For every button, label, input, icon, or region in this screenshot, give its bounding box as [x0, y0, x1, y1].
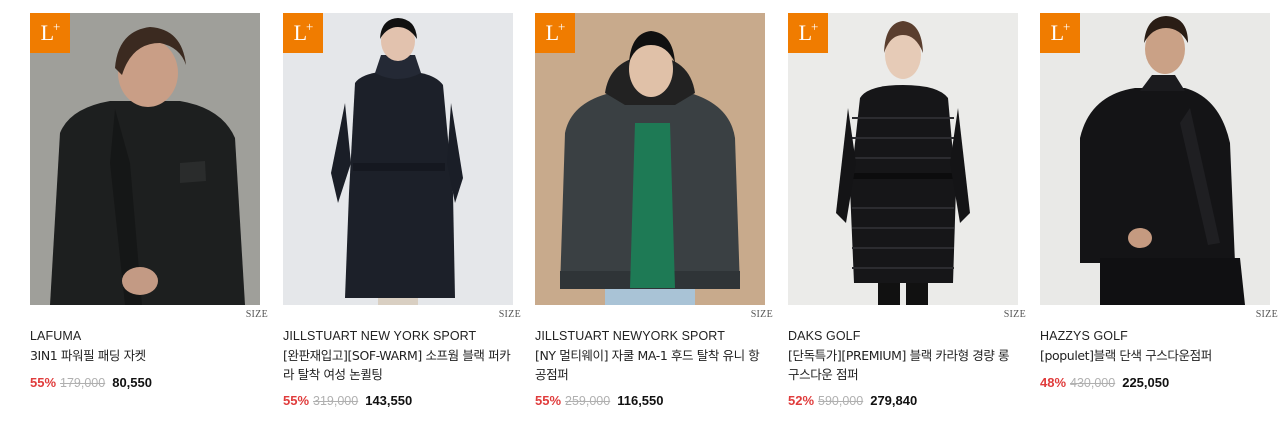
badge-plus: + — [1063, 19, 1070, 34]
badge-letter: L — [40, 20, 54, 45]
badge-plus: + — [53, 19, 60, 34]
product-name[interactable]: [NY 멀티웨이] 자쿨 MA-1 후드 탈착 유니 항공점퍼 — [535, 347, 767, 384]
badge-letter: L — [1050, 20, 1064, 45]
product-name[interactable]: [단독특가][PREMIUM] 블랙 카라형 경량 롱 구스다운 점퍼 — [788, 347, 1020, 384]
badge-letter: L — [293, 20, 307, 45]
product-card-jillstuart-coat[interactable]: L+ SIZE JILLSTUART NEW YORK SPORT [완판재입고… — [283, 13, 521, 408]
sale-price: 80,550 — [112, 375, 152, 390]
product-card-hazzys-golf[interactable]: L+ SIZE HAZZYS GOLF [populet]블랙 단색 구스다운점… — [1040, 13, 1278, 390]
price-row: 52% 590,000 279,840 — [788, 393, 917, 408]
product-grid: L+ SIZE LAFUMA 3IN1 파워필 패딩 자켓 55% 179,000… — [0, 0, 1283, 441]
sale-price: 143,550 — [365, 393, 413, 408]
product-photo — [788, 13, 1018, 305]
lplus-badge: L+ — [30, 13, 70, 53]
price-row: 55% 179,000 80,550 — [30, 375, 152, 390]
product-photo — [1040, 13, 1270, 305]
product-image[interactable]: L+ — [1040, 13, 1270, 305]
size-button[interactable]: SIZE — [1256, 309, 1278, 320]
product-card-lafuma[interactable]: L+ SIZE LAFUMA 3IN1 파워필 패딩 자켓 55% 179,000… — [30, 13, 268, 390]
product-photo — [30, 13, 260, 305]
discount-rate: 55% — [30, 375, 57, 390]
discount-rate: 48% — [1040, 375, 1067, 390]
discount-rate: 55% — [535, 393, 562, 408]
product-brand: JILLSTUART NEW YORK SPORT — [283, 329, 477, 343]
original-price: 319,000 — [313, 394, 359, 408]
product-brand: LAFUMA — [30, 329, 82, 343]
price-row: 48% 430,000 225,050 — [1040, 375, 1169, 390]
product-card-daks-golf[interactable]: L+ SIZE DAKS GOLF [단독특가][PREMIUM] 블랙 카라형… — [788, 13, 1026, 408]
size-button[interactable]: SIZE — [499, 309, 521, 320]
product-photo — [283, 13, 513, 305]
original-price: 259,000 — [565, 394, 611, 408]
lplus-badge: L+ — [1040, 13, 1080, 53]
badge-plus: + — [811, 19, 818, 34]
original-price: 430,000 — [1070, 376, 1116, 390]
discount-rate: 55% — [283, 393, 310, 408]
discount-rate: 52% — [788, 393, 815, 408]
lplus-badge: L+ — [283, 13, 323, 53]
product-name[interactable]: [완판재입고][SOF-WARM] 소프웜 블랙 퍼카라 탈착 여성 논퀼팅 — [283, 347, 515, 384]
sale-price: 116,550 — [617, 393, 664, 408]
price-row: 55% 259,000 116,550 — [535, 393, 664, 408]
product-brand: DAKS GOLF — [788, 329, 861, 343]
size-button[interactable]: SIZE — [751, 309, 773, 320]
original-price: 590,000 — [818, 394, 864, 408]
product-name[interactable]: 3IN1 파워필 패딩 자켓 — [30, 347, 262, 366]
product-image[interactable]: L+ — [535, 13, 765, 305]
sale-price: 225,050 — [1122, 375, 1170, 390]
product-name[interactable]: [populet]블랙 단색 구스다운점퍼 — [1040, 347, 1272, 366]
size-button[interactable]: SIZE — [246, 309, 268, 320]
product-image[interactable]: L+ — [788, 13, 1018, 305]
badge-plus: + — [306, 19, 313, 34]
product-image[interactable]: L+ — [30, 13, 260, 305]
sale-price: 279,840 — [870, 393, 918, 408]
product-photo — [535, 13, 765, 305]
size-button[interactable]: SIZE — [1004, 309, 1026, 320]
badge-letter: L — [798, 20, 812, 45]
price-row: 55% 319,000 143,550 — [283, 393, 412, 408]
product-brand: HAZZYS GOLF — [1040, 329, 1128, 343]
product-brand: JILLSTUART NEWYORK SPORT — [535, 329, 725, 343]
original-price: 179,000 — [60, 376, 106, 390]
product-image[interactable]: L+ — [283, 13, 513, 305]
product-card-jillstuart-ma1[interactable]: L+ SIZE JILLSTUART NEWYORK SPORT [NY 멀티웨… — [535, 13, 773, 408]
badge-plus: + — [558, 19, 565, 34]
lplus-badge: L+ — [535, 13, 575, 53]
badge-letter: L — [545, 20, 559, 45]
lplus-badge: L+ — [788, 13, 828, 53]
